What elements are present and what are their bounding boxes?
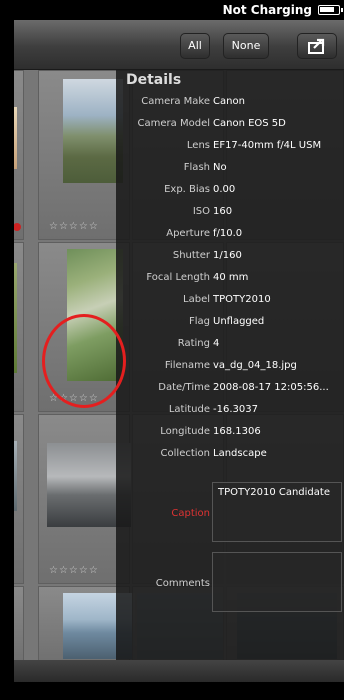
- detail-row-camera-make: Camera Make Canon: [116, 92, 344, 114]
- detail-row-flash: Flash No: [116, 158, 344, 180]
- rating-stars[interactable]: ☆☆☆☆☆: [49, 565, 99, 576]
- photo-thumbnail[interactable]: [14, 263, 17, 373]
- detail-row-focal-length: Focal Length 40 mm: [116, 268, 344, 290]
- detail-row-camera-model: Camera Model Canon EOS 5D: [116, 114, 344, 136]
- share-button[interactable]: [297, 33, 337, 59]
- photo-cell[interactable]: [14, 586, 24, 660]
- detail-label: Date/Time: [158, 382, 210, 393]
- comments-field[interactable]: [212, 552, 342, 612]
- detail-label: Focal Length: [146, 272, 210, 283]
- screen-left-edge: [0, 20, 14, 700]
- detail-row-flag: Flag Unflagged: [116, 312, 344, 334]
- detail-label: Rating: [177, 338, 210, 349]
- detail-label: Collection: [160, 448, 210, 459]
- detail-value: Landscape: [213, 448, 267, 459]
- detail-row-exp-bias: Exp. Bias 0.00: [116, 180, 344, 202]
- detail-label: Camera Make: [141, 96, 210, 107]
- detail-value: EF17-40mm f/4L USM: [213, 140, 322, 151]
- toolbar: All None: [14, 20, 344, 70]
- detail-value: 4: [213, 338, 220, 349]
- detail-label: Camera Model: [137, 118, 210, 129]
- detail-value: f/10.0: [213, 228, 243, 239]
- detail-row-shutter: Shutter 1/160: [116, 246, 344, 268]
- detail-label: ISO: [192, 206, 210, 217]
- photo-thumbnail[interactable]: [14, 107, 17, 169]
- detail-value: 40 mm: [213, 272, 249, 283]
- photo-cell[interactable]: [14, 242, 24, 412]
- detail-label: Lens: [186, 140, 210, 151]
- detail-value: 160: [213, 206, 233, 217]
- detail-row-latitude: Latitude -16.3037: [116, 400, 344, 422]
- detail-value: 2008-08-17 12:05:56...: [213, 382, 329, 393]
- caption-label: Caption: [171, 508, 210, 519]
- detail-label: Aperture: [166, 228, 210, 239]
- select-all-button[interactable]: All: [180, 33, 210, 59]
- photo-cell[interactable]: [14, 70, 24, 240]
- caption-field[interactable]: TPOTY2010 Candidate: [212, 482, 342, 542]
- detail-value: Canon: [213, 96, 245, 107]
- battery-icon: [318, 5, 343, 15]
- detail-value: 1/160: [213, 250, 242, 261]
- detail-label: Flag: [188, 316, 210, 327]
- comments-label: Comments: [155, 578, 210, 589]
- detail-label: Longitude: [160, 426, 210, 437]
- detail-value: 168.1306: [213, 426, 261, 437]
- detail-row-collection: Collection Landscape: [116, 444, 344, 466]
- label-dot: [14, 223, 21, 231]
- detail-value: va_dg_04_18.jpg: [213, 360, 297, 371]
- details-panel: Details Camera Make Canon Camera Model C…: [116, 70, 344, 660]
- detail-row-longitude: Longitude 168.1306: [116, 422, 344, 444]
- detail-row-filename: Filename va_dg_04_18.jpg: [116, 356, 344, 378]
- detail-label: Exp. Bias: [164, 184, 210, 195]
- share-icon: [308, 38, 325, 54]
- rating-stars[interactable]: ☆☆☆☆☆: [49, 221, 99, 232]
- detail-row-label: Label TPOTY2010: [116, 290, 344, 312]
- detail-label: Label: [183, 294, 210, 305]
- detail-value: Canon EOS 5D: [213, 118, 286, 129]
- status-bar: Not Charging: [0, 0, 344, 20]
- charging-status: Not Charging: [222, 3, 312, 17]
- detail-label: Filename: [164, 360, 210, 371]
- detail-value: No: [213, 162, 227, 173]
- detail-value: TPOTY2010: [213, 294, 271, 305]
- detail-value: 0.00: [213, 184, 236, 195]
- detail-value: -16.3037: [213, 404, 258, 415]
- detail-row-rating: Rating 4: [116, 334, 344, 356]
- annotation-circle: [42, 314, 126, 408]
- detail-row-date-time: Date/Time 2008-08-17 12:05:56...: [116, 378, 344, 400]
- photo-thumbnail[interactable]: [14, 441, 17, 511]
- bottom-bar: [14, 660, 344, 682]
- details-title: Details: [126, 72, 182, 88]
- detail-label: Latitude: [168, 404, 210, 415]
- detail-label: Shutter: [172, 250, 210, 261]
- detail-row-lens: Lens EF17-40mm f/4L USM: [116, 136, 344, 158]
- detail-row-aperture: Aperture f/10.0: [116, 224, 344, 246]
- photo-cell[interactable]: [14, 414, 24, 584]
- detail-label: Flash: [183, 162, 210, 173]
- detail-row-iso: ISO 160: [116, 202, 344, 224]
- detail-value: Unflagged: [213, 316, 265, 327]
- photo-thumbnail[interactable]: [63, 79, 123, 183]
- select-none-button[interactable]: None: [223, 33, 269, 59]
- caption-text: TPOTY2010 Candidate: [218, 487, 330, 498]
